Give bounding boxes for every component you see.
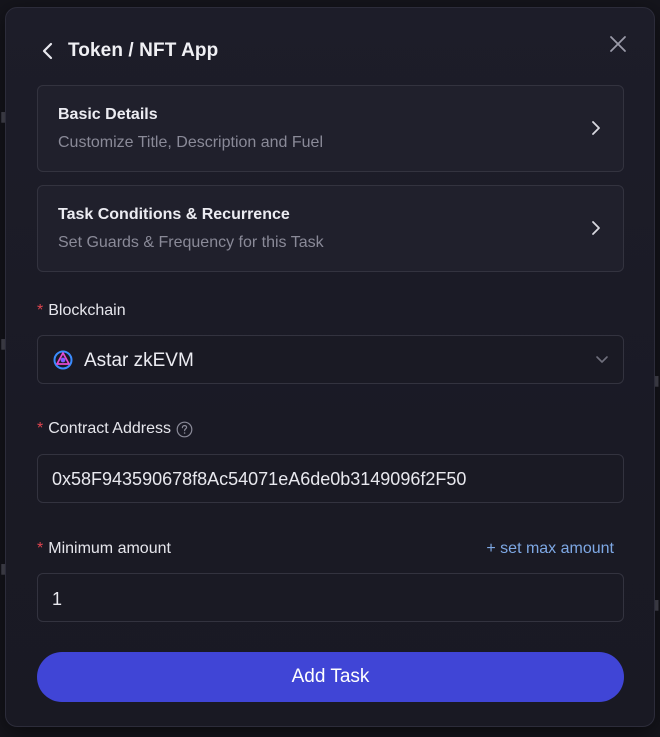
blockchain-label: * Blockchain (37, 302, 126, 320)
blockchain-selected-value: Astar zkEVM (84, 350, 194, 371)
add-task-button[interactable]: Add Task (37, 652, 624, 702)
task-modal: Token / NFT App Basic Details Customize … (5, 7, 655, 727)
required-mark: * (37, 540, 44, 557)
basic-details-card[interactable]: Basic Details Customize Title, Descripti… (37, 85, 624, 172)
chevron-down-icon (595, 353, 609, 365)
set-max-amount-link[interactable]: + set max amount (486, 540, 614, 558)
modal-header: Token / NFT App (38, 38, 218, 64)
task-conditions-card[interactable]: Task Conditions & Recurrence Set Guards … (37, 185, 624, 272)
card-title: Task Conditions & Recurrence (58, 206, 290, 223)
chevron-right-icon (589, 120, 603, 136)
minimum-amount-label: * Minimum amount (37, 540, 171, 558)
contract-address-input[interactable]: 0x58F943590678f8Ac54071eA6de0b3149096f2F… (37, 454, 624, 503)
blockchain-label-text: Blockchain (48, 302, 126, 319)
back-arrow-icon[interactable] (38, 41, 58, 61)
card-title: Basic Details (58, 106, 158, 123)
required-mark: * (37, 302, 44, 319)
card-subtitle: Set Guards & Frequency for this Task (58, 234, 324, 251)
page-title: Token / NFT App (68, 40, 219, 61)
required-mark: * (37, 420, 44, 437)
chevron-right-icon (589, 220, 603, 236)
card-subtitle: Customize Title, Description and Fuel (58, 134, 323, 151)
minimum-amount-input[interactable]: 1 (37, 573, 624, 622)
question-circle-icon[interactable] (176, 421, 193, 438)
contract-address-label: * Contract Address (37, 420, 193, 438)
minimum-amount-value: 1 (52, 589, 63, 609)
blockchain-select[interactable]: Astar zkEVM (37, 335, 624, 384)
astar-zkevm-icon (53, 350, 73, 370)
minimum-amount-label-text: Minimum amount (48, 540, 171, 557)
contract-address-label-text: Contract Address (48, 420, 171, 437)
contract-address-value: 0x58F943590678f8Ac54071eA6de0b3149096f2F… (52, 469, 467, 489)
close-icon[interactable] (608, 34, 628, 54)
